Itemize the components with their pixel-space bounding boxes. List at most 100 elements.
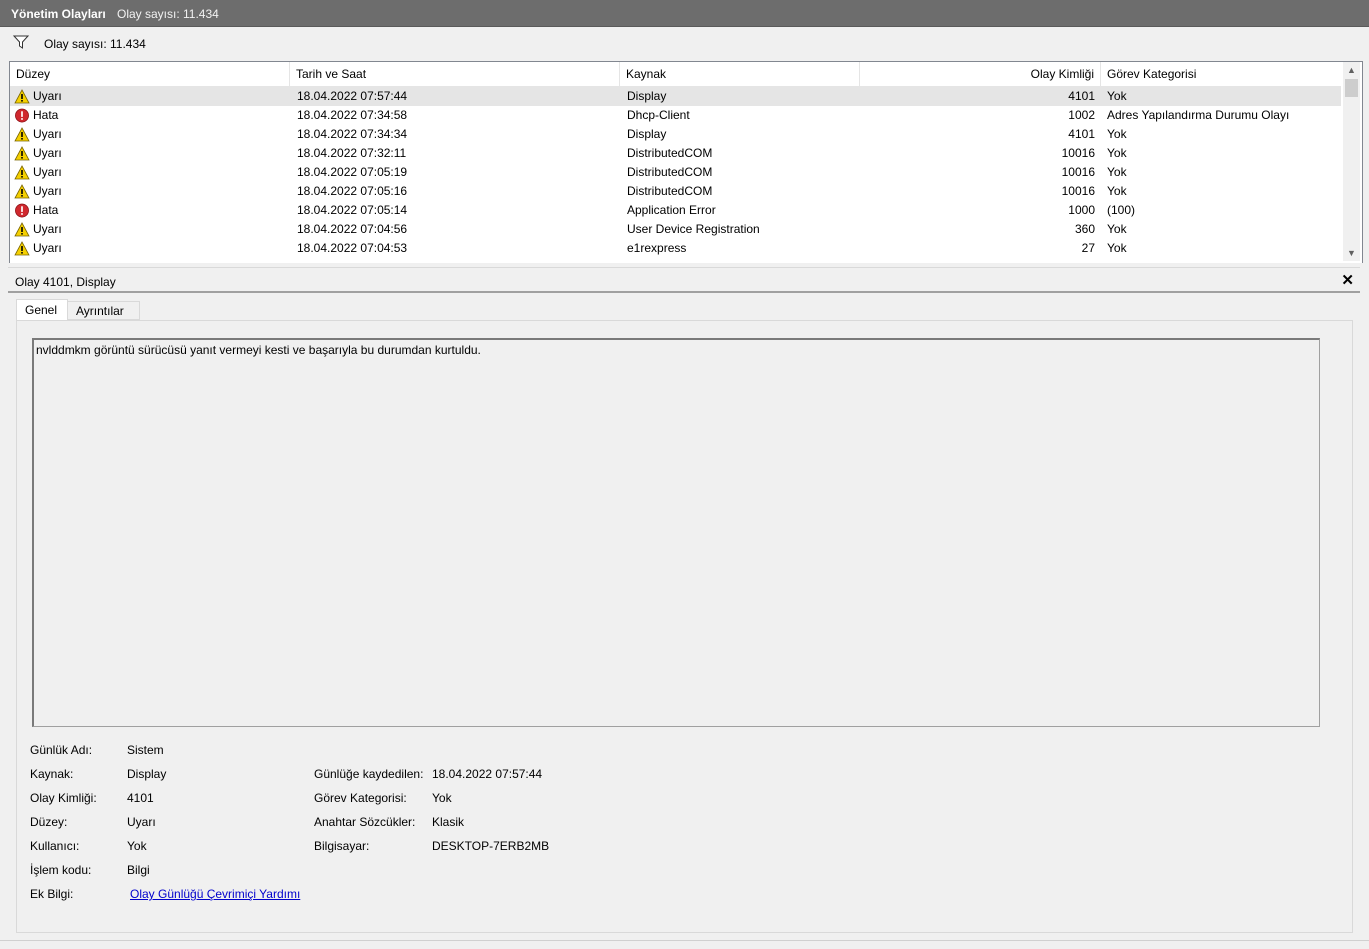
- prop-label: İşlem kodu:: [30, 863, 92, 877]
- cell-event-id: 360: [1074, 222, 1095, 236]
- warning-icon: [14, 184, 30, 199]
- prop-label: Kaynak:: [30, 767, 74, 781]
- prop-value: Klasik: [432, 815, 465, 829]
- prop-value: Sistem: [127, 743, 164, 757]
- cell-date: 18.04.2022 07:57:44: [297, 89, 408, 103]
- filter-bar: Olay sayısı: 11.434: [0, 27, 1369, 60]
- cell-task-category: Yok: [1107, 222, 1127, 236]
- close-icon[interactable]: ✕: [1341, 271, 1354, 289]
- cell-source: DistributedCOM: [627, 184, 713, 198]
- cell-task-category: Yok: [1107, 127, 1127, 141]
- cell-event-id: 4101: [1068, 89, 1095, 103]
- prop-label: Bilgisayar:: [314, 839, 370, 853]
- event-message-box[interactable]: nvlddmkm görüntü sürücüsü yanıt vermeyi …: [32, 338, 1320, 727]
- prop-label: Ek Bilgi:: [30, 887, 74, 901]
- scroll-up-icon[interactable]: ▲: [1343, 62, 1360, 78]
- cell-source: Display: [627, 89, 667, 103]
- table-row[interactable]: Uyarı 18.04.2022 07:32:11 DistributedCOM 10…: [10, 144, 1341, 163]
- warning-icon: [14, 89, 30, 104]
- cell-date: 18.04.2022 07:05:14: [297, 203, 408, 217]
- prop-value: Bilgi: [127, 863, 150, 877]
- event-message: nvlddmkm görüntü sürücüsü yanıt vermeyi …: [36, 343, 481, 357]
- table-row[interactable]: Uyarı 18.04.2022 07:05:19 DistributedCOM 10…: [10, 163, 1341, 182]
- scroll-down-icon[interactable]: ▼: [1343, 245, 1360, 261]
- table-row[interactable]: Uyarı 18.04.2022 07:05:16 DistributedCOM 10…: [10, 182, 1341, 201]
- cell-level: Uyarı: [33, 165, 62, 179]
- events-table: Düzey Tarih ve Saat Kaynak Olay Kimliği …: [9, 61, 1363, 264]
- cell-task-category: Yok: [1107, 241, 1127, 255]
- cell-source: Application Error: [627, 203, 716, 217]
- prop-value: 4101: [127, 791, 154, 805]
- cell-date: 18.04.2022 07:04:56: [297, 222, 408, 236]
- online-help-link[interactable]: Olay Günlüğü Çevrimiçi Yardımı: [130, 887, 300, 901]
- cell-event-id: 1000: [1068, 203, 1095, 217]
- column-header-date[interactable]: Tarih ve Saat: [290, 62, 620, 86]
- cell-level: Uyarı: [33, 241, 62, 255]
- table-header: Düzey Tarih ve Saat Kaynak Olay Kimliği …: [10, 62, 1341, 87]
- table-row[interactable]: Uyarı 18.04.2022 07:04:53 e1rexpress 27 Yok: [10, 239, 1341, 258]
- scroll-thumb[interactable]: [1345, 79, 1358, 97]
- tab-details[interactable]: Ayrıntılar: [68, 301, 140, 320]
- cell-source: e1rexpress: [627, 241, 687, 255]
- prop-value: Yok: [432, 791, 452, 805]
- column-header-task-category[interactable]: Görev Kategorisi: [1101, 62, 1341, 86]
- cell-date: 18.04.2022 07:05:19: [297, 165, 408, 179]
- title-bar: Yönetim Olayları Olay sayısı: 11.434: [0, 0, 1369, 27]
- cell-task-category: Yok: [1107, 89, 1127, 103]
- column-header-event-id[interactable]: Olay Kimliği: [860, 62, 1101, 86]
- cell-source: Display: [627, 127, 667, 141]
- cell-event-id: 10016: [1061, 146, 1095, 160]
- table-row[interactable]: Uyarı 18.04.2022 07:57:44 Display 4101 Yok: [10, 87, 1341, 106]
- cell-event-id: 1002: [1068, 108, 1095, 122]
- warning-icon: [14, 241, 30, 256]
- prop-value: 18.04.2022 07:57:44: [432, 767, 543, 781]
- cell-task-category: (100): [1107, 203, 1136, 217]
- cell-event-id: 10016: [1061, 165, 1095, 179]
- cell-source: Dhcp-Client: [627, 108, 690, 122]
- cell-date: 18.04.2022 07:34:34: [297, 127, 408, 141]
- divider: [8, 291, 1360, 293]
- cell-task-category: Yok: [1107, 165, 1127, 179]
- prop-label: Kullanıcı:: [30, 839, 80, 853]
- cell-task-category: Yok: [1107, 184, 1127, 198]
- cell-level: Uyarı: [33, 184, 62, 198]
- panel-title: Yönetim Olayları: [11, 7, 106, 21]
- warning-icon: [14, 165, 30, 180]
- cell-event-id: 4101: [1068, 127, 1095, 141]
- cell-date: 18.04.2022 07:04:53: [297, 241, 408, 255]
- cell-level: Uyarı: [33, 127, 62, 141]
- filter-icon[interactable]: [12, 34, 30, 50]
- prop-value: Uyarı: [127, 815, 156, 829]
- column-header-source[interactable]: Kaynak: [620, 62, 860, 86]
- table-row[interactable]: Uyarı 18.04.2022 07:34:34 Display 4101 Yok: [10, 125, 1341, 144]
- column-header-level[interactable]: Düzey: [10, 62, 290, 86]
- prop-label: Anahtar Sözcükler:: [314, 815, 416, 829]
- prop-label: Günlüğe kaydedilen:: [314, 767, 424, 781]
- cell-date: 18.04.2022 07:32:11: [297, 146, 407, 160]
- detail-header: Olay 4101, Display ✕: [8, 267, 1360, 292]
- general-tab-panel: nvlddmkm görüntü sürücüsü yanıt vermeyi …: [16, 320, 1353, 933]
- cell-task-category: Adres Yapılandırma Durumu Olayı: [1107, 108, 1290, 122]
- cell-task-category: Yok: [1107, 146, 1127, 160]
- warning-icon: [14, 127, 30, 142]
- error-icon: [14, 108, 30, 123]
- cell-event-id: 10016: [1061, 184, 1095, 198]
- table-row[interactable]: Uyarı 18.04.2022 07:04:56 User Device Regi…: [10, 220, 1341, 239]
- prop-value: Display: [127, 767, 167, 781]
- tab-general[interactable]: Genel: [16, 299, 68, 321]
- prop-label: Günlük Adı:: [30, 743, 93, 757]
- detail-title: Olay 4101, Display: [15, 275, 116, 289]
- cell-source: User Device Registration: [627, 222, 760, 236]
- cell-level: Hata: [33, 203, 59, 217]
- prop-label: Düzey:: [30, 815, 68, 829]
- table-row[interactable]: Hata 18.04.2022 07:05:14 Application Error…: [10, 201, 1341, 220]
- warning-icon: [14, 222, 30, 237]
- event-count-header: Olay sayısı: 11.434: [117, 7, 219, 21]
- cell-level: Uyarı: [33, 222, 62, 236]
- table-row[interactable]: Hata 18.04.2022 07:34:58 Dhcp-Client 1002 Ad…: [10, 106, 1341, 125]
- table-scrollbar[interactable]: ▲ ▼: [1343, 62, 1360, 261]
- cell-level: Uyarı: [33, 146, 62, 160]
- prop-value: DESKTOP-7ERB2MB: [432, 839, 550, 853]
- error-icon: [14, 203, 30, 218]
- cell-date: 18.04.2022 07:34:58: [297, 108, 408, 122]
